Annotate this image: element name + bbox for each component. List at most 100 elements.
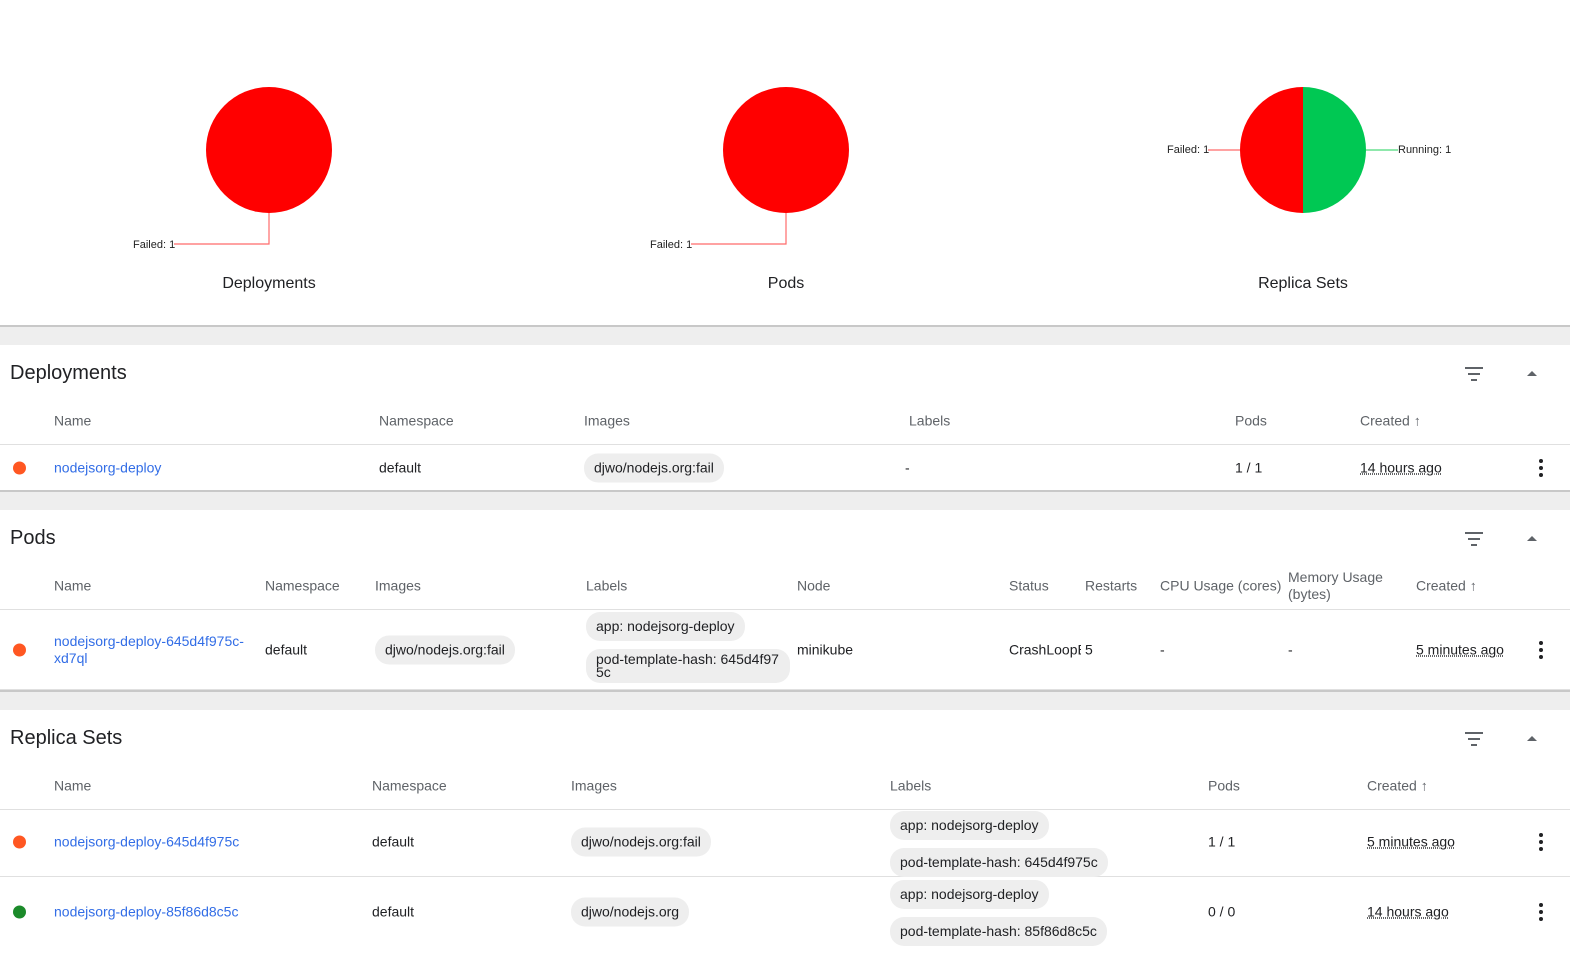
sort-arrow-up-icon[interactable]: ↑ — [1414, 412, 1421, 429]
column-header-name[interactable]: Name — [54, 777, 91, 794]
table-header: Name Namespace Images Labels Pods Create… — [0, 762, 1570, 810]
filter-icon[interactable] — [1464, 731, 1484, 747]
replica-set-name-link[interactable]: nodejsorg-deploy-645d4f975c — [54, 834, 239, 851]
pie-label-failed: Failed: 1 — [133, 239, 175, 251]
image-chip: djwo/nodejs.org — [571, 897, 689, 926]
column-header-created-label: Created — [1416, 577, 1466, 593]
pod-name-line2: xd7ql — [54, 650, 244, 667]
column-header-name[interactable]: Name — [54, 577, 91, 594]
status-value: CrashLoopB — [1009, 641, 1081, 658]
column-header-created-label: Created — [1360, 412, 1410, 428]
status-failed-icon — [13, 836, 26, 849]
chart-title: Pods — [526, 275, 1046, 293]
created-time: 5 minutes ago — [1416, 641, 1504, 658]
label-chip: app: nodejsorg-deploy — [890, 880, 1049, 909]
table-header: Name Namespace Images Labels Node Status… — [0, 562, 1570, 610]
deployments-pie — [9, 0, 529, 270]
pod-name-link[interactable]: nodejsorg-deploy-645d4f975c- xd7ql — [54, 633, 244, 667]
table-row: nodejsorg-deploy default djwo/nodejs.org… — [0, 445, 1570, 491]
column-header-created-label: Created — [1367, 777, 1417, 793]
replica-set-name-link[interactable]: nodejsorg-deploy-85f86d8c5c — [54, 903, 238, 920]
column-header-labels: Labels — [890, 777, 931, 794]
collapse-icon[interactable] — [1527, 371, 1537, 376]
sort-arrow-up-icon[interactable]: ↑ — [1470, 577, 1477, 594]
table-row: nodejsorg-deploy-645d4f975c default djwo… — [0, 808, 1570, 877]
card-title: Pods — [10, 527, 56, 550]
label-chip: app: nodejsorg-deploy — [890, 811, 1049, 840]
deployment-name-link[interactable]: nodejsorg-deploy — [54, 459, 161, 476]
image-chip: djwo/nodejs.org:fail — [375, 635, 515, 664]
pie-label-failed: Failed: 1 — [1167, 144, 1209, 156]
collapse-icon[interactable] — [1527, 536, 1537, 541]
namespace-value: default — [265, 641, 307, 658]
label-chip: pod-template-hash: 85f86d8c5c — [890, 917, 1107, 946]
column-header-restarts: Restarts — [1085, 577, 1137, 594]
pods-count: 1 / 1 — [1208, 834, 1235, 851]
created-time: 5 minutes ago — [1367, 834, 1455, 851]
column-header-memory-line1: Memory Usage — [1288, 569, 1383, 586]
column-header-images: Images — [571, 777, 617, 794]
pie-slice-failed[interactable] — [1240, 87, 1303, 213]
status-failed-icon — [13, 461, 26, 474]
section-divider — [0, 690, 1570, 710]
deployments-card: Deployments Name Namespace Images Labels… — [0, 345, 1570, 490]
pie-label-failed: Failed: 1 — [650, 239, 692, 251]
column-header-created[interactable]: Created ↑ — [1416, 577, 1477, 594]
column-header-cpu: CPU Usage (cores) — [1160, 577, 1281, 594]
pie-slice-failed[interactable] — [723, 87, 849, 213]
column-header-created[interactable]: Created ↑ — [1367, 777, 1428, 794]
workload-status-charts: Failed: 1 Deployments Failed: 1 Pods Fai… — [0, 0, 1570, 325]
namespace-value: default — [379, 459, 421, 476]
label-leader-line — [691, 213, 786, 244]
image-chip-label: djwo/nodejs.org:fail — [375, 635, 515, 664]
pods-chart: Failed: 1 Pods — [526, 0, 1046, 325]
section-divider — [0, 325, 1570, 345]
label-leader-line — [174, 213, 269, 244]
column-header-pods: Pods — [1235, 412, 1267, 429]
image-chip-label: djwo/nodejs.org — [571, 897, 689, 926]
deployments-chart: Failed: 1 Deployments — [9, 0, 529, 325]
created-time: 14 hours ago — [1360, 459, 1442, 476]
column-header-node[interactable]: Node — [797, 577, 830, 594]
pods-count: 1 / 1 — [1235, 459, 1262, 476]
pod-name-line1: nodejsorg-deploy-645d4f975c- — [54, 633, 244, 650]
column-header-pods: Pods — [1208, 777, 1240, 794]
collapse-icon[interactable] — [1527, 736, 1537, 741]
status-running-icon — [13, 905, 26, 918]
more-actions-icon[interactable] — [1538, 459, 1544, 477]
labels-value: - — [905, 459, 910, 476]
namespace-value: default — [372, 903, 414, 920]
more-actions-icon[interactable] — [1538, 903, 1544, 921]
column-header-namespace[interactable]: Namespace — [379, 412, 454, 429]
column-header-status[interactable]: Status — [1009, 577, 1049, 594]
more-actions-icon[interactable] — [1538, 641, 1544, 659]
table-header: Name Namespace Images Labels Pods Create… — [0, 397, 1570, 445]
table-row: nodejsorg-deploy-85f86d8c5c default djwo… — [0, 877, 1570, 946]
sort-arrow-up-icon[interactable]: ↑ — [1421, 777, 1428, 794]
filter-icon[interactable] — [1464, 366, 1484, 382]
label-chip-line2: 5c — [596, 664, 611, 680]
table-row: nodejsorg-deploy-645d4f975c- xd7ql defau… — [0, 610, 1570, 690]
label-chip-line1: pod-template-hash: 645d4f97 — [596, 651, 779, 667]
column-header-namespace[interactable]: Namespace — [265, 577, 340, 594]
column-header-images: Images — [584, 412, 630, 429]
memory-value: - — [1288, 641, 1293, 658]
image-chip: djwo/nodejs.org:fail — [584, 453, 724, 482]
replica-sets-card: Replica Sets Name Namespace Images Label… — [0, 710, 1570, 946]
node-value: minikube — [797, 641, 853, 658]
card-title: Deployments — [10, 362, 127, 385]
column-header-namespace[interactable]: Namespace — [372, 777, 447, 794]
filter-icon[interactable] — [1464, 531, 1484, 547]
column-header-name[interactable]: Name — [54, 412, 91, 429]
column-header-created[interactable]: Created ↑ — [1360, 412, 1421, 429]
chart-title: Deployments — [9, 275, 529, 293]
label-chip: app: nodejsorg-deploy — [586, 612, 745, 641]
section-divider — [0, 490, 1570, 510]
status-failed-icon — [13, 643, 26, 656]
pie-slice-failed[interactable] — [206, 87, 332, 213]
pie-slice-running[interactable] — [1303, 87, 1366, 213]
restarts-value: 5 — [1085, 641, 1093, 658]
more-actions-icon[interactable] — [1538, 833, 1544, 851]
label-chip: pod-template-hash: 645d4f975c — [586, 649, 790, 683]
pie-label-running: Running: 1 — [1398, 144, 1451, 156]
